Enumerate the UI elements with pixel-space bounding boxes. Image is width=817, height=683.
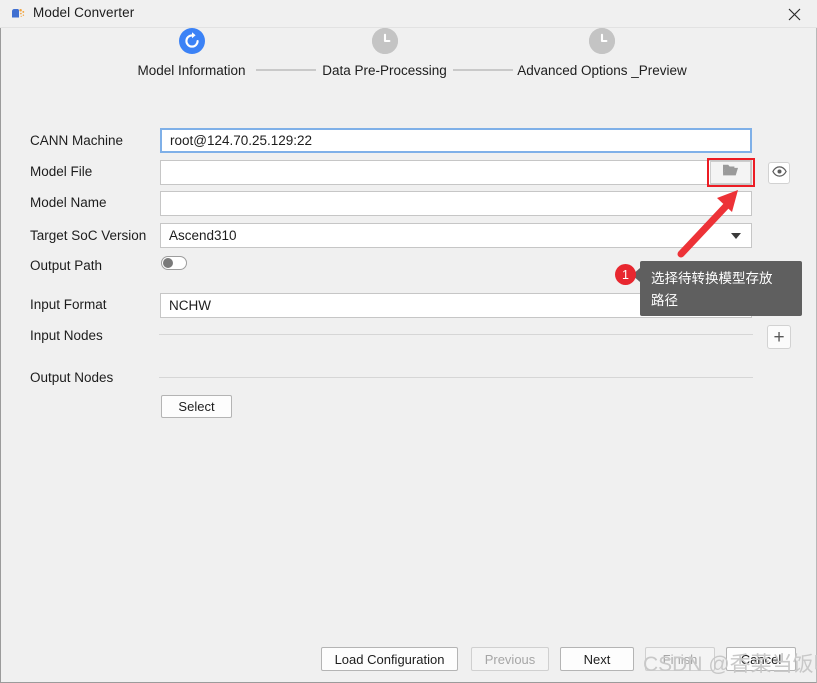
- output-path-label: Output Path: [30, 258, 103, 273]
- clock-icon: [589, 28, 615, 54]
- step-data-pre-processing[interactable]: Data Pre-Processing: [296, 28, 473, 78]
- close-button[interactable]: [772, 0, 817, 28]
- refresh-icon: [178, 28, 205, 54]
- step-label: Model Information: [137, 63, 246, 78]
- cann-machine-input[interactable]: root@124.70.25.129:22: [160, 128, 752, 153]
- cancel-button[interactable]: Cancel: [726, 647, 796, 671]
- select-button-label: Select: [178, 399, 215, 414]
- window-frame: [0, 28, 817, 683]
- eye-icon: [771, 164, 787, 182]
- finish-button: Finish: [645, 647, 715, 671]
- step-label: Advanced Options _Preview: [517, 63, 687, 78]
- load-configuration-label: Load Configuration: [334, 651, 445, 667]
- model-file-browse-button[interactable]: [710, 161, 751, 184]
- clock-icon: [371, 28, 398, 54]
- load-configuration-button[interactable]: Load Configuration: [321, 647, 458, 671]
- target-soc-version-select[interactable]: Ascend310: [160, 223, 752, 248]
- input-format-label: Input Format: [30, 297, 107, 312]
- tooltip-line-2: 路径: [651, 293, 678, 308]
- model-name-input[interactable]: [160, 191, 752, 216]
- output-path-toggle[interactable]: [161, 256, 187, 270]
- title-bar: Model Converter: [0, 0, 817, 28]
- finish-label: Finish: [662, 651, 698, 667]
- model-file-input[interactable]: [160, 160, 752, 185]
- step-label: Data Pre-Processing: [322, 63, 447, 78]
- input-nodes-separator: [159, 334, 753, 335]
- callout-tooltip: 选择待转换模型存放 路径: [640, 261, 802, 316]
- step-advanced-options[interactable]: Advanced Options _Preview: [492, 28, 712, 78]
- next-label: Next: [583, 651, 611, 667]
- target-soc-version-label: Target SoC Version: [30, 228, 147, 243]
- previous-label: Previous: [484, 651, 536, 667]
- model-file-label: Model File: [30, 164, 93, 179]
- chevron-down-icon: [731, 232, 741, 239]
- cancel-label: Cancel: [740, 651, 782, 667]
- input-nodes-add-button[interactable]: +: [767, 325, 791, 349]
- model-name-label: Model Name: [30, 195, 107, 210]
- target-soc-version-value: Ascend310: [169, 228, 237, 243]
- previous-button: Previous: [471, 647, 549, 671]
- cann-machine-label: CANN Machine: [30, 133, 124, 148]
- model-converter-icon: [11, 7, 26, 21]
- step-model-information[interactable]: Model Information: [103, 28, 280, 78]
- wizard-stepper: Model Information Data Pre-Processing Ad…: [0, 28, 817, 108]
- cann-machine-value: root@124.70.25.129:22: [170, 133, 313, 148]
- plus-icon: +: [773, 326, 785, 348]
- folder-icon: [722, 163, 739, 182]
- input-format-value: NCHW: [169, 298, 211, 313]
- window-title: Model Converter: [33, 5, 135, 20]
- toggle-knob: [163, 258, 173, 268]
- callout-badge: 1: [615, 264, 636, 285]
- output-nodes-separator: [159, 377, 753, 378]
- close-icon: [788, 8, 801, 21]
- output-nodes-label: Output Nodes: [30, 370, 114, 385]
- output-nodes-select-button[interactable]: Select: [161, 395, 232, 418]
- model-converter-window: Model Converter Model Information Data P…: [0, 0, 817, 683]
- next-button[interactable]: Next: [560, 647, 634, 671]
- model-file-preview-button[interactable]: [768, 162, 790, 184]
- tooltip-line-1: 选择待转换模型存放: [651, 271, 773, 286]
- input-nodes-label: Input Nodes: [30, 328, 103, 343]
